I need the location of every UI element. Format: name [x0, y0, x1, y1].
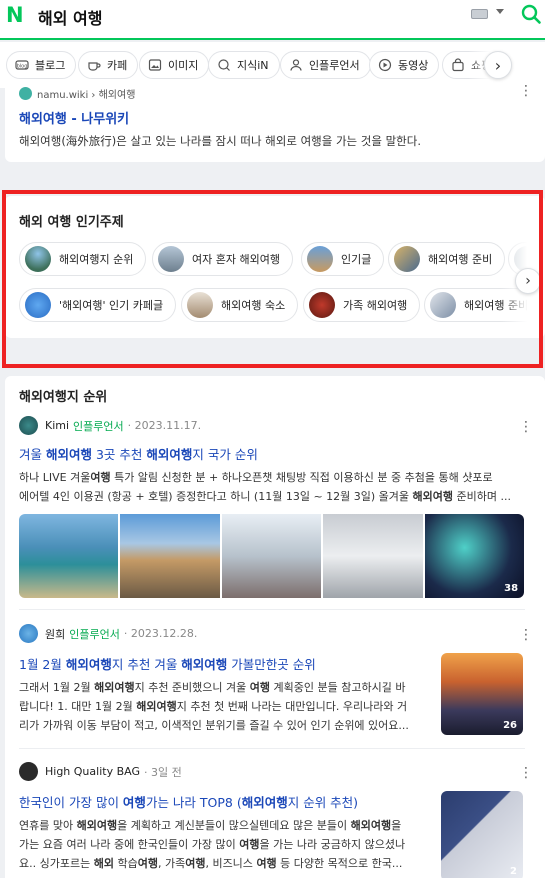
- post-date: · 2023.11.17.: [127, 419, 202, 432]
- namuwiki-favicon: [19, 87, 32, 100]
- post-image: [19, 514, 119, 598]
- tab-blog[interactable]: blog 블로그: [6, 51, 77, 79]
- author-avatar: [19, 762, 38, 781]
- post-image: [120, 514, 220, 598]
- wiki-source-text: namu.wiki › 해외여행: [37, 90, 136, 101]
- tab-influencer[interactable]: 인플루언서: [280, 51, 371, 79]
- shopping-bag-icon: [452, 58, 464, 72]
- image-icon: [148, 59, 162, 71]
- post-author[interactable]: Kimi 인플루언서 · 2023.11.17.: [19, 416, 201, 435]
- post-title-link[interactable]: 한국인이 가장 많이 여행가는 나라 TOP8 (해외여행지 순위 추천): [19, 792, 358, 811]
- post-image: [221, 514, 322, 598]
- divider: [19, 748, 525, 749]
- naver-logo[interactable]: N: [6, 5, 26, 26]
- search-icon[interactable]: [520, 3, 542, 25]
- tab-image[interactable]: 이미지: [139, 51, 210, 79]
- more-options-icon[interactable]: ⋮: [519, 84, 533, 98]
- influencer-badge: 인플루언서: [73, 419, 124, 433]
- author-avatar: [19, 624, 38, 643]
- tabs-next-button[interactable]: ›: [484, 51, 512, 79]
- wiki-result-card: namu.wiki › 해외여행 ⋮ 해외여행 - 나무위키 해외여행(海外旅行…: [5, 84, 545, 162]
- tab-label: 지식iN: [237, 59, 269, 72]
- post-thumbnail[interactable]: 26: [441, 653, 523, 735]
- more-options-icon[interactable]: ⋮: [519, 420, 533, 434]
- more-options-icon[interactable]: ⋮: [519, 628, 533, 642]
- tab-label: 블로그: [35, 59, 66, 72]
- search-tabs: blog 블로그 카페 이미지 지식iN 인플루언서 동영상 쇼핑 ›: [0, 42, 545, 88]
- post-thumbnail[interactable]: 2: [441, 791, 523, 878]
- tab-label: 인플루언서: [309, 59, 360, 72]
- image-count: 2: [510, 866, 517, 877]
- author-name: 원희: [45, 627, 66, 641]
- travel-ranking-card: 해외여행지 순위 Kimi 인플루언서 · 2023.11.17. ⋮ 겨울 해…: [5, 376, 545, 878]
- qna-icon: [218, 59, 230, 71]
- author-name: High Quality BAG: [45, 765, 140, 778]
- wiki-description: 해외여행(海外旅行)은 살고 있는 나라를 잠시 떠나 해외로 여행을 가는 것…: [19, 134, 422, 148]
- post-title-link[interactable]: 1월 2월 해외여행지 추천 겨울 해외여행 가볼만한곳 순위: [19, 654, 316, 673]
- author-avatar: [19, 416, 38, 435]
- svg-text:blog: blog: [17, 64, 28, 70]
- search-query[interactable]: 해외 여행: [38, 5, 102, 29]
- search-header: N 해외 여행: [0, 0, 545, 40]
- post-title-link[interactable]: 겨울 해외여행 3곳 추천 해외여행지 국가 순위: [19, 444, 258, 463]
- post-snippet: 하나 LIVE 겨울여행 특가 알림 신청한 분 + 하나오픈챗 채팅방 직접 …: [19, 471, 511, 503]
- tab-label: 동영상: [398, 59, 429, 72]
- post-snippet: 그래서 1월 2월 해외여행지 추천 준비했으니 겨울 여행 계획중인 분들 참…: [19, 681, 409, 732]
- tab-label: 이미지: [168, 59, 199, 72]
- influencer-badge: 인플루언서: [69, 627, 120, 641]
- image-count: 38: [504, 583, 519, 594]
- cafe-icon: [88, 62, 101, 71]
- post-date: · 3일 전: [143, 765, 182, 779]
- tab-knowledge-in[interactable]: 지식iN: [208, 51, 280, 79]
- post-author[interactable]: 원희 인플루언서 · 2023.12.28.: [19, 624, 197, 643]
- person-icon: [290, 59, 302, 71]
- more-options-icon[interactable]: ⋮: [519, 766, 533, 780]
- post-image: 38: [424, 514, 524, 598]
- highlight-box: [2, 190, 543, 368]
- tab-cafe[interactable]: 카페: [78, 51, 139, 79]
- play-icon: [378, 58, 392, 72]
- tab-label: 카페: [107, 59, 128, 72]
- author-name: Kimi: [45, 419, 70, 432]
- post-image-strip[interactable]: 38: [19, 514, 524, 598]
- chevron-right-icon: ›: [494, 55, 502, 75]
- blog-icon: blog: [15, 60, 29, 70]
- post-date: · 2023.12.28.: [123, 627, 198, 640]
- wiki-title-link[interactable]: 해외여행 - 나무위키: [19, 108, 129, 127]
- post-snippet: 연휴를 맞아 해외여행을 계획하고 계신분들이 많으실텐데요 많은 분들이 해외…: [19, 819, 406, 870]
- post-image: [323, 514, 423, 598]
- caret-down-icon[interactable]: [496, 9, 504, 14]
- wiki-source[interactable]: namu.wiki › 해외여행: [19, 86, 135, 101]
- post-author[interactable]: High Quality BAG · 3일 전: [19, 762, 182, 781]
- tab-video[interactable]: 동영상: [369, 51, 440, 79]
- keyboard-icon[interactable]: [471, 9, 488, 19]
- results-section-title: 해외여행지 순위: [19, 390, 108, 405]
- divider: [19, 609, 525, 610]
- image-count: 26: [503, 720, 517, 731]
